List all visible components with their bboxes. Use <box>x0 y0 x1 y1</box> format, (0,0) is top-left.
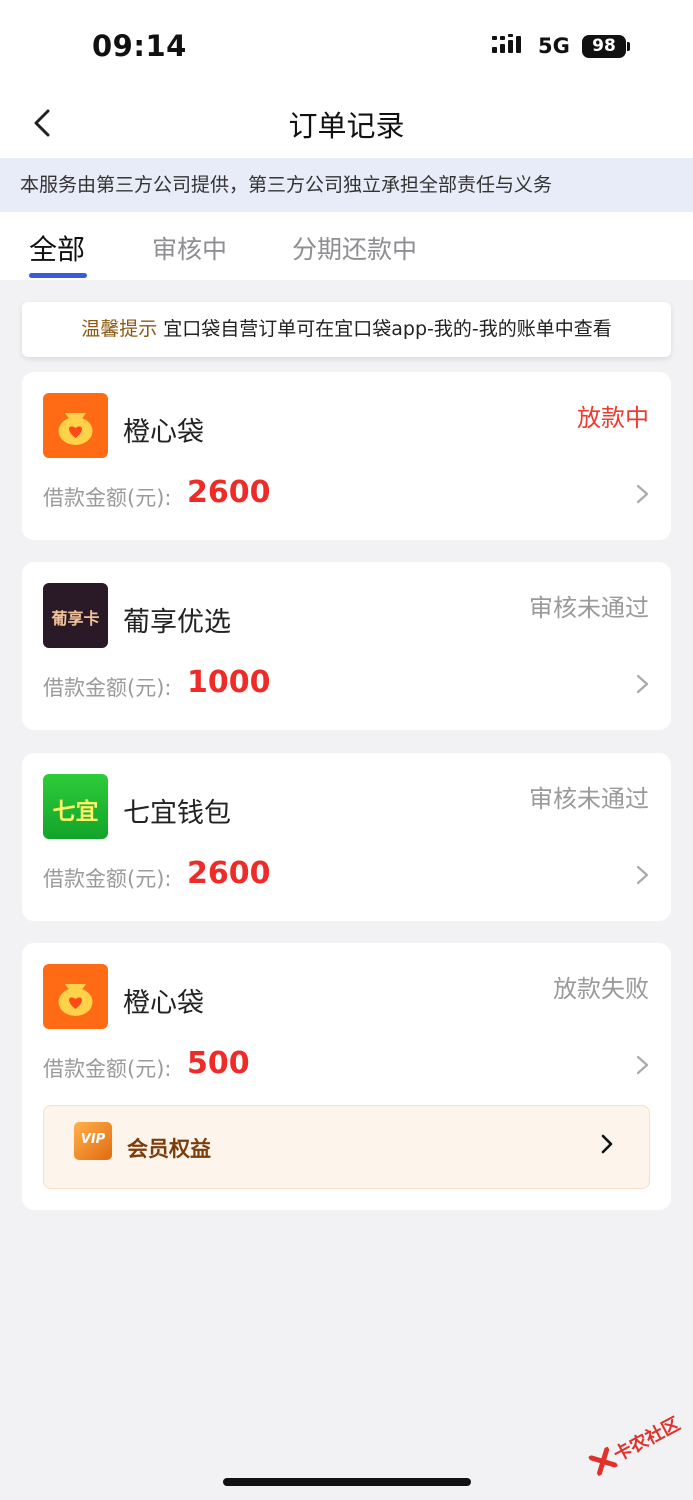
order-status: 放款中 <box>577 404 649 432</box>
product-name: 葡享优选 <box>123 607 231 638</box>
chevron-right-icon <box>601 1134 613 1154</box>
logo-text: 七宜 <box>52 799 99 825</box>
orange-money-bag-icon <box>43 393 108 458</box>
tab-active-indicator <box>29 273 87 278</box>
tip-text: 宜口袋自营订单可在宜口袋app-我的-我的账单中查看 <box>163 318 612 340</box>
order-status: 审核未通过 <box>529 785 649 813</box>
amount-label: 借款金额(元): <box>43 1057 172 1081</box>
chevron-right-icon <box>636 1055 649 1075</box>
order-card[interactable]: 七宜 七宜钱包 审核未通过 借款金额(元): 2600 <box>22 753 671 921</box>
vip-icon-text: VIP <box>80 1132 106 1147</box>
warm-tip-banner: 温馨提示 宜口袋自营订单可在宜口袋app-我的-我的账单中查看 <box>22 302 671 357</box>
vip-label: 会员权益 <box>127 1137 211 1161</box>
orange-money-bag-icon <box>43 964 108 1029</box>
watermark-text: 卡农社区 <box>610 1413 684 1466</box>
battery-icon: 98 <box>582 35 626 58</box>
nav-bar: 订单记录 <box>0 95 693 158</box>
tip-label: 温馨提示 <box>81 318 158 340</box>
chevron-right-icon <box>636 674 649 694</box>
status-bar: 09:14 5G 98 <box>0 0 693 95</box>
order-card[interactable]: 葡享卡 葡享优选 审核未通过 借款金额(元): 1000 <box>22 562 671 730</box>
vip-benefits-button[interactable]: VIP 会员权益 <box>43 1105 650 1189</box>
amount-value: 2600 <box>187 475 271 510</box>
grape-card-icon: 葡享卡 <box>43 583 108 648</box>
tab-all[interactable]: 全部 <box>29 228 85 268</box>
signal-icon <box>492 34 521 53</box>
order-card[interactable]: 橙心袋 放款中 借款金额(元): 2600 <box>22 372 671 540</box>
amount-label: 借款金额(元): <box>43 676 172 700</box>
order-status: 放款失败 <box>553 975 649 1003</box>
status-time: 09:14 <box>92 29 187 63</box>
tab-bar: 全部 审核中 分期还款中 <box>0 212 693 280</box>
battery-tip <box>627 42 630 51</box>
amount-value: 2600 <box>187 856 271 891</box>
product-name: 橙心袋 <box>123 988 204 1019</box>
amount-value: 500 <box>187 1046 250 1081</box>
amount-label: 借款金额(元): <box>43 486 172 510</box>
chevron-right-icon <box>636 865 649 885</box>
product-name: 橙心袋 <box>123 417 204 448</box>
tab-installment-repaying[interactable]: 分期还款中 <box>292 230 417 266</box>
home-indicator <box>223 1478 471 1486</box>
logo-text: 葡享卡 <box>51 609 100 628</box>
order-card[interactable]: 橙心袋 放款失败 借款金额(元): 500 VIP 会员权益 <box>22 943 671 1210</box>
tab-reviewing[interactable]: 审核中 <box>152 230 227 266</box>
watermark-logo: 卡农社区 <box>580 1394 693 1494</box>
amount-value: 1000 <box>187 665 271 700</box>
disclaimer-banner: 本服务由第三方公司提供，第三方公司独立承担全部责任与义务 <box>0 158 693 212</box>
green-qiyi-icon: 七宜 <box>43 774 108 839</box>
network-type: 5G <box>538 34 570 58</box>
chevron-right-icon <box>636 484 649 504</box>
order-status: 审核未通过 <box>529 594 649 622</box>
product-name: 七宜钱包 <box>123 798 231 829</box>
vip-icon: VIP <box>74 1122 112 1160</box>
amount-label: 借款金额(元): <box>43 867 172 891</box>
page-title: 订单记录 <box>288 109 405 143</box>
